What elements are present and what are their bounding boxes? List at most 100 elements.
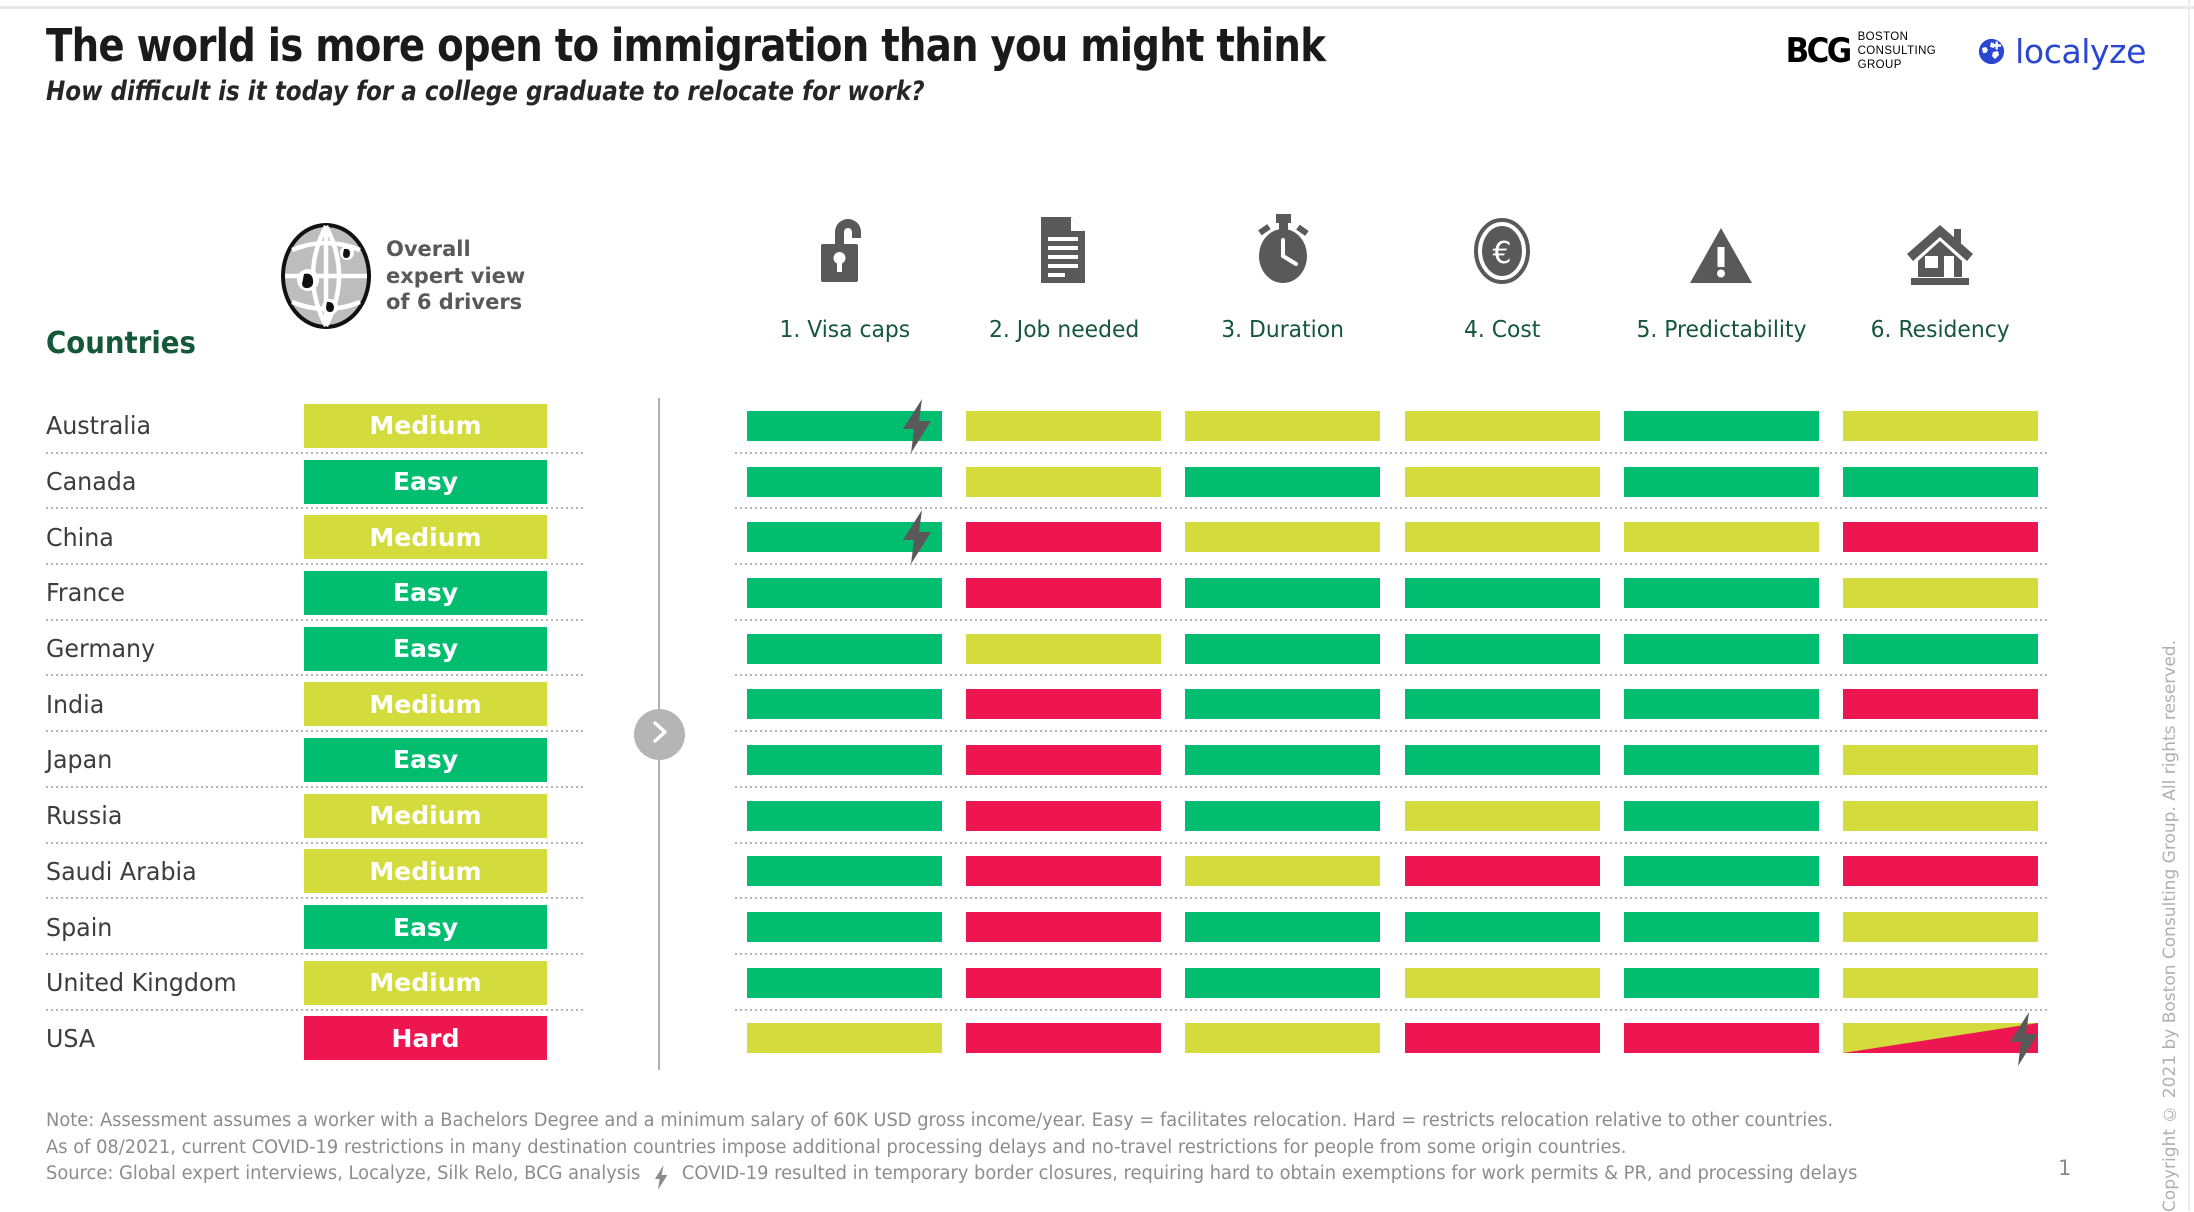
driver-cell-wrap: [1612, 509, 1831, 565]
driver-cell[interactable]: [1185, 1023, 1381, 1054]
driver-cell[interactable]: [747, 856, 943, 887]
driver-cell[interactable]: [1404, 967, 1600, 998]
driver-cell[interactable]: [966, 466, 1162, 497]
driver-cell[interactable]: [1842, 856, 2038, 887]
driver-cell[interactable]: [1623, 1023, 1819, 1054]
driver-cell[interactable]: [1842, 522, 2038, 553]
driver-cell[interactable]: [1623, 577, 1819, 608]
country-name: USA: [46, 1023, 96, 1053]
table-row[interactable]: Russia Medium: [46, 788, 586, 844]
driver-cell[interactable]: [966, 633, 1162, 664]
driver-cell[interactable]: [1623, 689, 1819, 720]
driver-cell[interactable]: [747, 522, 943, 553]
driver-cell[interactable]: [1623, 856, 1819, 887]
driver-cell[interactable]: [747, 633, 943, 664]
driver-grid-row: [735, 1011, 2050, 1067]
table-row[interactable]: United Kingdom Medium: [46, 955, 586, 1011]
driver-cell[interactable]: [1404, 689, 1600, 720]
driver-cell[interactable]: [1185, 967, 1381, 998]
driver-cell[interactable]: [1185, 466, 1381, 497]
driver-cell-wrap: [954, 565, 1173, 621]
table-row[interactable]: Saudi Arabia Medium: [46, 844, 586, 900]
overall-rating-badge: Hard: [304, 1016, 547, 1061]
driver-cell[interactable]: [1842, 633, 2038, 664]
driver-cell[interactable]: [1623, 912, 1819, 943]
driver-cell[interactable]: [966, 744, 1162, 775]
driver-cell[interactable]: [1623, 967, 1819, 998]
driver-header-job-needed: 2. Job needed: [954, 205, 1173, 343]
driver-cell[interactable]: [747, 410, 943, 441]
driver-cell[interactable]: [1404, 1023, 1600, 1054]
driver-cell[interactable]: [1842, 912, 2038, 943]
driver-cell[interactable]: [1404, 577, 1600, 608]
driver-cell[interactable]: [1185, 633, 1381, 664]
table-row[interactable]: China Medium: [46, 509, 586, 566]
driver-cell[interactable]: [747, 744, 943, 775]
driver-cell[interactable]: [1404, 466, 1600, 497]
driver-cell[interactable]: [1623, 800, 1819, 831]
driver-cell[interactable]: [1623, 410, 1819, 441]
driver-cell[interactable]: [1404, 633, 1600, 664]
driver-cell-wrap: [1393, 565, 1612, 621]
driver-cell[interactable]: [1404, 522, 1600, 553]
driver-cell[interactable]: [1842, 800, 2038, 831]
driver-cell[interactable]: [1404, 744, 1600, 775]
driver-label: 1. Visa caps: [779, 317, 910, 343]
table-row[interactable]: Canada Easy: [46, 454, 586, 510]
driver-cell-wrap: [735, 398, 954, 454]
table-row[interactable]: France Easy: [46, 565, 586, 621]
driver-cell[interactable]: [966, 912, 1162, 943]
driver-cell[interactable]: [1185, 856, 1381, 887]
driver-label: 4. Cost: [1463, 317, 1541, 343]
table-row[interactable]: Japan Easy: [46, 732, 586, 788]
driver-cell[interactable]: [747, 1023, 943, 1054]
driver-cell[interactable]: [747, 577, 943, 608]
driver-cell[interactable]: [747, 912, 943, 943]
driver-cell[interactable]: [1185, 522, 1381, 553]
table-row[interactable]: India Medium: [46, 676, 586, 733]
driver-cell[interactable]: [966, 689, 1162, 720]
driver-cell[interactable]: [966, 410, 1162, 441]
driver-cell-wrap: [1173, 1011, 1392, 1067]
driver-cell[interactable]: [1842, 577, 2038, 608]
driver-cell[interactable]: [1404, 856, 1600, 887]
driver-cell[interactable]: [1404, 800, 1600, 831]
driver-cell[interactable]: [966, 577, 1162, 608]
driver-cell[interactable]: [1185, 410, 1381, 441]
driver-cell[interactable]: [1842, 410, 2038, 441]
table-row[interactable]: Germany Easy: [46, 621, 586, 677]
driver-cell[interactable]: [747, 466, 943, 497]
driver-cell[interactable]: [1185, 689, 1381, 720]
table-row[interactable]: Spain Easy: [46, 899, 586, 955]
driver-cell[interactable]: [1404, 410, 1600, 441]
table-row[interactable]: Australia Medium: [46, 398, 586, 454]
driver-cell[interactable]: [1623, 744, 1819, 775]
expand-right-button[interactable]: [634, 709, 685, 760]
driver-cell[interactable]: [966, 856, 1162, 887]
driver-cell[interactable]: [1404, 912, 1600, 943]
driver-cell[interactable]: [1842, 689, 2038, 720]
driver-cell[interactable]: [1185, 912, 1381, 943]
driver-cell[interactable]: [1623, 633, 1819, 664]
driver-cell[interactable]: [1185, 800, 1381, 831]
driver-cell-wrap: [1612, 955, 1831, 1011]
driver-cell[interactable]: [747, 800, 943, 831]
driver-cell[interactable]: [1623, 466, 1819, 497]
driver-cell-wrap: [1173, 454, 1392, 510]
table-row[interactable]: USA Hard: [46, 1011, 586, 1067]
driver-cell[interactable]: [1623, 522, 1819, 553]
driver-cell-wrap: [1612, 1011, 1831, 1067]
country-name: France: [46, 578, 125, 608]
driver-cell[interactable]: [1842, 466, 2038, 497]
driver-cell[interactable]: [966, 800, 1162, 831]
driver-cell[interactable]: [966, 522, 1162, 553]
driver-cell[interactable]: [747, 689, 943, 720]
driver-cell[interactable]: [1185, 744, 1381, 775]
driver-cell[interactable]: [1185, 577, 1381, 608]
driver-cell[interactable]: [966, 1023, 1162, 1054]
driver-cell[interactable]: [966, 967, 1162, 998]
driver-cell[interactable]: [747, 967, 943, 998]
driver-cell[interactable]: [1842, 967, 2038, 998]
driver-cell[interactable]: [1842, 1023, 2038, 1054]
driver-cell[interactable]: [1842, 744, 2038, 775]
